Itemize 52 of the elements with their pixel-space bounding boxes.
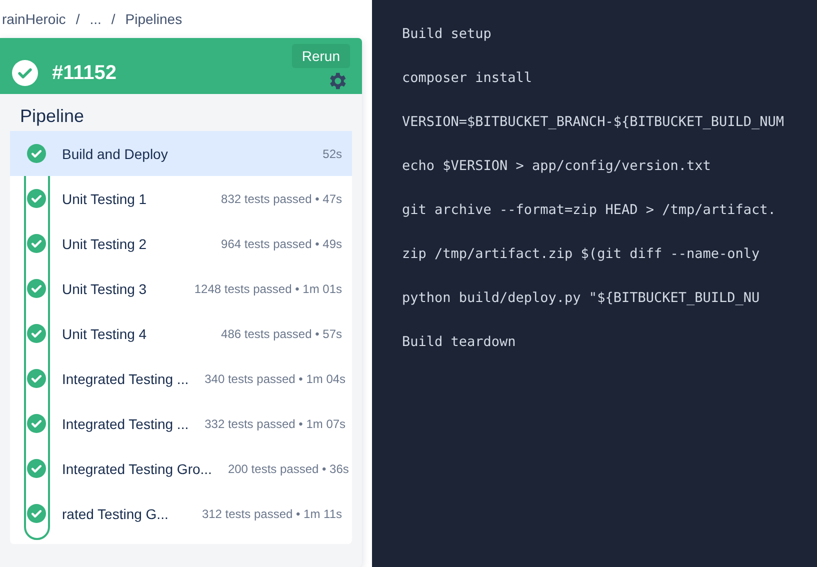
pipeline-step[interactable]: Unit Testing 1 832 tests passed • 47s [10,176,352,221]
pipeline-step[interactable]: rated Testing G... 312 tests passed • 1m 11s [10,491,352,536]
check-circle-icon [27,369,46,388]
step-summary: 486 tests passed • 57s [221,326,342,340]
breadcrumb-separator: / [76,11,80,27]
step-name: Unit Testing 1 [62,190,147,206]
step-summary: 312 tests passed • 1m 11s [202,506,342,520]
step-name: Build and Deploy [62,146,168,162]
log-line: Build teardown [402,333,517,352]
breadcrumb-link[interactable]: Pipelines [125,11,182,27]
pipeline-step[interactable]: Build and Deploy 52s [10,131,352,176]
step-name: Integrated Testing ... [62,416,189,432]
step-summary: 200 tests passed • 36s [228,462,349,476]
pipeline-step[interactable]: Unit Testing 3 1248 tests passed • 1m 01s [10,266,352,311]
log-line: composer install [402,69,534,88]
step-summary: 1248 tests passed • 1m 01s [194,282,342,296]
pipeline-step[interactable]: Integrated Testing ... 340 tests passed • 1m 04s [10,356,352,401]
step-name: Unit Testing 4 [62,326,147,342]
step-name: Unit Testing 3 [62,280,147,296]
pipeline-step[interactable]: Integrated Testing Gro... 200 tests passed • 36s [10,446,352,491]
breadcrumb-link[interactable]: rainHeroic [2,11,66,27]
pipeline-step[interactable]: Unit Testing 4 486 tests passed • 57s [10,311,352,356]
step-name: Integrated Testing Gro... [62,460,212,476]
log-line: echo $VERSION > app/config/version.txt [402,157,712,176]
check-circle-icon [27,189,46,208]
log-line: git archive --format=zip HEAD > /tmp/artifact. [402,201,777,220]
log-line: Build setup [402,25,492,44]
step-name: rated Testing G... [62,506,168,522]
build-number: #11152 [52,62,117,84]
step-name: Integrated Testing ... [62,370,189,386]
step-name: Unit Testing 2 [62,236,147,252]
log-line: python build/deploy.py "${BITBUCKET_BUILD_NU [402,289,761,308]
step-summary: 832 tests passed • 47s [221,192,342,206]
step-summary: 52s [322,146,342,160]
log-line: VERSION=$BITBUCKET_BRANCH-${BITBUCKET_BUILD_NUM [402,113,786,132]
check-circle-icon [27,414,46,433]
check-circle-icon [27,504,46,523]
check-circle-icon [27,324,46,343]
breadcrumb-separator: / [111,11,116,27]
check-circle-icon [27,459,46,478]
step-summary: 340 tests passed • 1m 04s [204,372,346,386]
pipeline-step[interactable]: Integrated Testing ... 332 tests passed • 1m 07s [10,401,352,446]
check-circle-icon [27,144,46,163]
check-circle-icon [27,234,46,253]
breadcrumb-link[interactable]: ... [90,11,102,27]
step-summary: 332 tests passed • 1m 07s [204,416,346,430]
check-circle-icon [12,60,38,86]
log-line: zip /tmp/artifact.zip $(git diff --name-only [402,245,761,264]
pipeline-title: Pipeline [10,100,352,131]
check-circle-icon [27,279,46,298]
pipeline-step[interactable]: Unit Testing 2 964 tests passed • 49s [10,221,352,266]
step-summary: 964 tests passed • 49s [221,236,342,250]
